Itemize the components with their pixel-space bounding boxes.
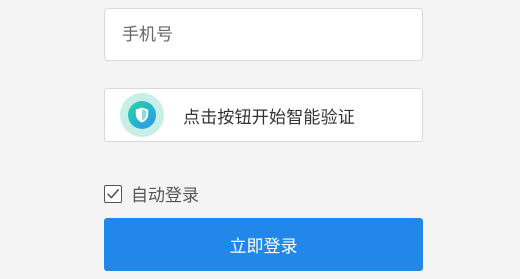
phone-field[interactable] (104, 8, 423, 61)
verify-label: 点击按钮开始智能验证 (183, 107, 355, 128)
checkmark-icon (107, 188, 119, 198)
login-form: 点击按钮开始智能验证 自动登录 立即登录 (0, 0, 520, 279)
login-button[interactable]: 立即登录 (104, 218, 423, 271)
smart-verify-button[interactable]: 点击按钮开始智能验证 (104, 88, 423, 142)
auto-login-checkbox[interactable] (104, 184, 122, 203)
shield-icon (120, 93, 164, 137)
auto-login-option[interactable]: 自动登录 (104, 181, 199, 206)
phone-input[interactable] (122, 24, 422, 45)
auto-login-label: 自动登录 (131, 186, 199, 206)
